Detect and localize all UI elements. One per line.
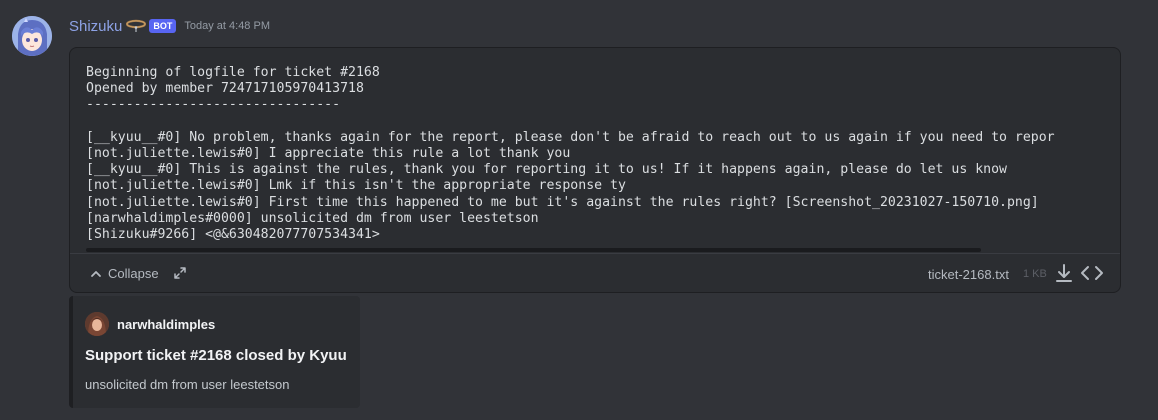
log-line: -------------------------------- [86, 97, 341, 113]
embed-author-name[interactable]: narwhaldimples [117, 317, 215, 332]
embed-author-avatar[interactable] [85, 312, 109, 336]
bot-tag: BOT [149, 19, 177, 33]
log-line: Opened by member 724717105970413718 [86, 81, 364, 97]
embed-title: Support ticket #2168 closed by Kyuu [85, 347, 347, 364]
log-line: Beginning of logfile for ticket #2168 [86, 65, 380, 80]
file-preview-footer: Collapse ticket-2168.txt 1 KB [70, 253, 1120, 292]
log-line: [not.juliette.lewis#0] I appreciate this… [86, 146, 571, 162]
code-icon[interactable] [1080, 265, 1104, 286]
file-size: 1 KB [1023, 268, 1047, 280]
leash-emoji-icon [126, 19, 147, 33]
log-line: [narwhaldimples#0000] unsolicited dm fro… [86, 210, 539, 226]
text-file-preview: Beginning of logfile for ticket #2168 Op… [69, 47, 1121, 293]
log-line: [not.juliette.lewis#0] First time this h… [86, 194, 1039, 210]
log-line: [__kyuu__#0] No problem, thanks again fo… [86, 129, 1055, 145]
file-name: ticket-2168.txt [928, 267, 1009, 282]
embed-author: narwhaldimples [85, 312, 215, 336]
expand-arrows-icon[interactable] [173, 266, 187, 285]
ticket-closed-embed: narwhaldimples Support ticket #2168 clos… [69, 296, 360, 408]
chat-message: Shizuku BOT Today at 4:48 PM Beginning o… [0, 0, 1158, 420]
log-line: [Shizuku#9266] <@&630482077707534341> [86, 227, 380, 243]
bot-avatar[interactable] [12, 16, 52, 56]
log-line: [not.juliette.lewis#0] Lmk if this isn't… [86, 178, 626, 194]
download-icon[interactable] [1055, 263, 1073, 288]
collapse-label: Collapse [108, 266, 159, 281]
log-content: Beginning of logfile for ticket #2168 Op… [86, 65, 1055, 243]
author-username[interactable]: Shizuku [69, 18, 122, 35]
log-line: [__kyuu__#0] This is against the rules, … [86, 162, 1007, 178]
chevron-up-icon [91, 270, 101, 277]
embed-description: unsolicited dm from user leestetson [85, 377, 290, 392]
message-timestamp[interactable]: Today at 4:48 PM [184, 20, 270, 32]
horizontal-scrollbar-thumb[interactable] [86, 248, 981, 252]
message-header: Shizuku BOT Today at 4:48 PM [69, 16, 270, 36]
collapse-button[interactable]: Collapse [90, 266, 159, 281]
